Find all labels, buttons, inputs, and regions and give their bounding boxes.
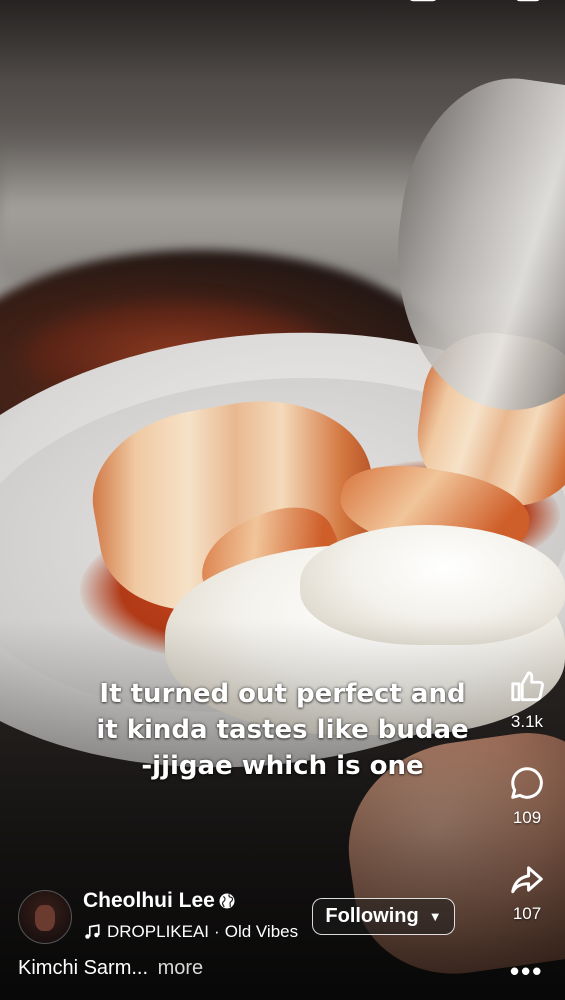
see-more-link[interactable]: more [158,957,204,979]
caption-line: -jjigae which is one [141,751,424,781]
comment-count: 109 [512,808,542,827]
chevron-down-icon: ▼ [428,909,442,924]
music-info[interactable]: DROPLIKEAI · Old Vibes [83,922,298,942]
video-shade [0,0,565,1000]
video-caption: It turned out perfect and it kinda taste… [70,676,495,784]
music-note-icon [85,924,100,939]
music-separator: · [214,922,220,941]
comment-button[interactable]: 109 [488,764,565,828]
thumbs-up-icon [511,671,544,702]
music-artist: DROPLIKEAI [107,922,210,941]
like-button[interactable]: 3.1k [488,668,565,732]
share-count: 107 [512,904,542,923]
globe-icon [219,893,235,909]
profile-icon[interactable] [514,0,544,6]
caption-line: it kinda tastes like budae [96,715,469,745]
camera-icon[interactable] [408,0,438,6]
like-count: 3.1k [510,712,544,731]
avatar[interactable] [18,890,72,944]
video-description[interactable]: Kimchi Sarm... more [18,957,203,980]
caption-line: It turned out perfect and [99,679,466,709]
share-arrow-icon [511,866,543,894]
author-name[interactable]: Cheolhui Lee [83,889,215,913]
comment-bubble-icon [511,767,543,799]
more-options-button[interactable]: ••• [510,956,543,987]
following-button[interactable]: Following ▼ [312,898,455,935]
search-icon[interactable] [462,0,492,6]
music-track: Old Vibes [224,922,299,941]
description-text: Kimchi Sarm... [18,957,149,979]
following-label: Following [325,905,419,927]
share-button[interactable]: 107 [488,860,565,924]
video-frame[interactable] [0,0,565,1000]
